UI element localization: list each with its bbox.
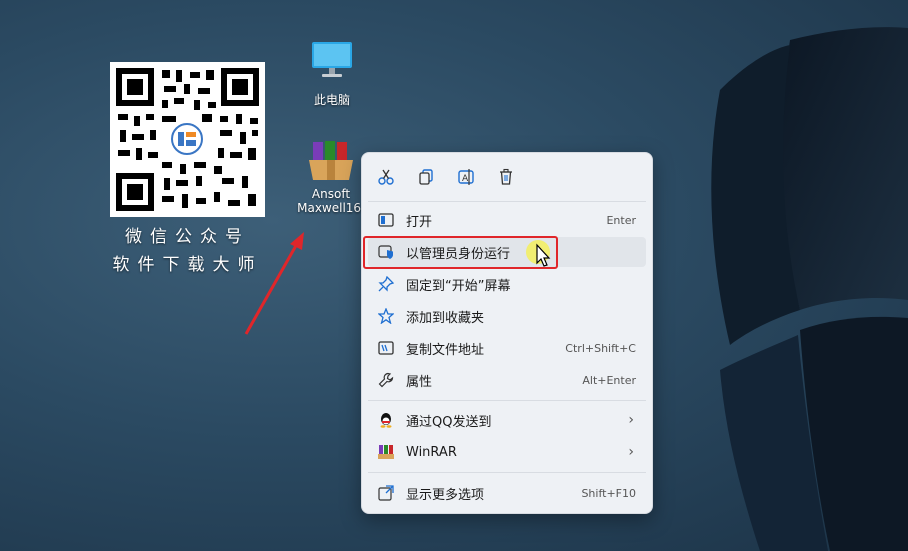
svg-text:A: A <box>462 174 469 184</box>
app-label-line2: Maxwell16. <box>297 201 365 215</box>
desktop-icon-this-pc[interactable]: 此电脑 <box>305 40 359 108</box>
menu-separator <box>368 400 646 401</box>
qr-code <box>110 62 265 217</box>
menu-item-add-to-favorites[interactable]: 添加到收藏夹 <box>368 301 646 331</box>
monitor-icon <box>312 42 352 77</box>
red-arrow-annotation <box>244 232 304 335</box>
menu-item-shortcut: Shift+F10 <box>581 486 636 500</box>
menu-item-label: 复制文件地址 <box>406 342 485 358</box>
chevron-right-icon: › <box>628 412 634 428</box>
copy-path-icon <box>376 338 396 358</box>
more-options-icon <box>376 483 396 503</box>
menu-item-label: 固定到“开始”屏幕 <box>406 278 511 294</box>
star-icon <box>376 306 396 326</box>
menu-item-label: 显示更多选项 <box>406 487 485 503</box>
menu-item-label: WinRAR <box>406 444 457 460</box>
menu-item-label: 属性 <box>406 374 433 390</box>
archive-books-icon <box>309 141 353 180</box>
menu-item-shortcut: Alt+Enter <box>582 373 636 387</box>
copy-button[interactable] <box>410 161 442 193</box>
menu-item-open[interactable]: 打开 Enter <box>368 205 646 235</box>
cut-button[interactable] <box>370 161 402 193</box>
menu-item-pin-to-start[interactable]: 固定到“开始”屏幕 <box>368 269 646 299</box>
menu-item-show-more-options[interactable]: 显示更多选项 Shift+F10 <box>368 478 646 508</box>
menu-item-label: 添加到收藏夹 <box>406 310 485 326</box>
winrar-icon <box>376 442 396 462</box>
mouse-cursor-icon <box>526 240 551 267</box>
menu-separator <box>368 472 646 473</box>
menu-item-copy-path[interactable]: 复制文件地址 Ctrl+Shift+C <box>368 333 646 363</box>
app-label-line1: Ansoft <box>311 187 351 201</box>
rename-button[interactable]: A <box>450 161 482 193</box>
menu-item-winrar[interactable]: WinRAR › <box>368 437 646 467</box>
menu-item-label: 通过QQ发送到 <box>406 414 492 430</box>
trash-icon <box>500 168 512 185</box>
menu-item-shortcut: Ctrl+Shift+C <box>565 341 636 355</box>
wrench-icon <box>376 370 396 390</box>
qr-code-pattern <box>110 62 265 217</box>
desktop-icon-ansoft-maxwell[interactable]: Ansoft Maxwell16. <box>296 138 366 215</box>
qq-icon <box>376 410 396 430</box>
menu-item-send-via-qq[interactable]: 通过QQ发送到 › <box>368 405 646 435</box>
rename-icon: A <box>458 169 474 185</box>
menu-item-shortcut: Enter <box>606 213 636 227</box>
open-window-icon <box>376 210 396 230</box>
menu-separator <box>368 201 646 202</box>
context-menu: A 打开 Enter 以管理员身份运行 固定到“开始”屏幕 添加到收藏夹 复制文… <box>361 152 653 514</box>
pin-icon <box>376 274 396 294</box>
copy-icon <box>419 169 433 185</box>
menu-item-label: 打开 <box>406 214 433 230</box>
this-pc-label: 此电脑 <box>313 93 350 107</box>
chevron-right-icon: › <box>628 444 634 460</box>
delete-button[interactable] <box>490 161 522 193</box>
menu-item-properties[interactable]: 属性 Alt+Enter <box>368 365 646 395</box>
scissors-icon <box>378 169 394 185</box>
menu-toolbar: A <box>362 161 652 193</box>
